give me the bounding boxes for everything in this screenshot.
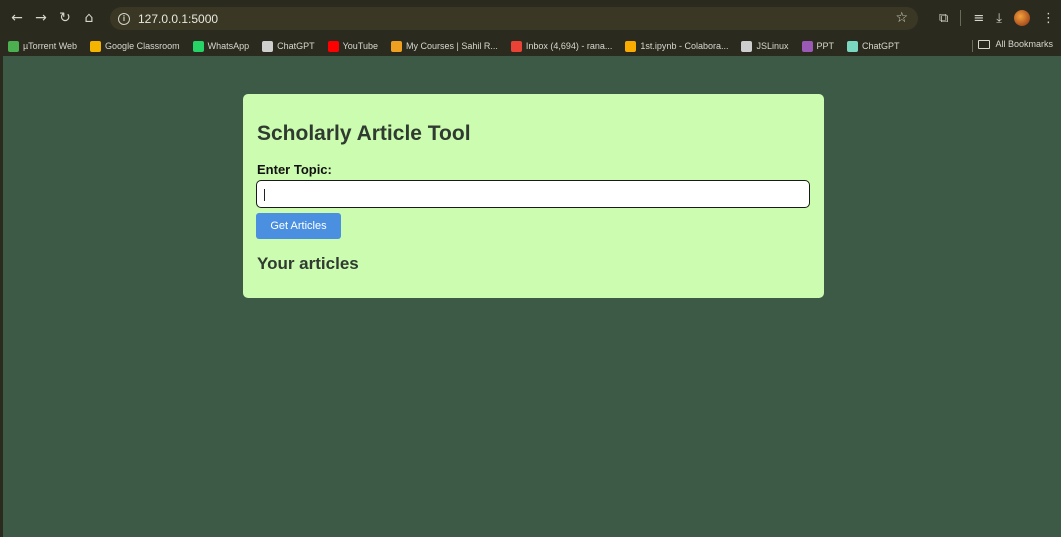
menu-icon[interactable]: ⋮ [1042,11,1055,26]
bookmark-item[interactable]: ChatGPT [262,40,315,52]
forward-icon[interactable]: → [30,7,52,29]
bookmark-favicon-icon [847,40,859,52]
back-icon[interactable]: ← [6,7,28,29]
bookmarks-divider [972,40,973,52]
all-bookmarks-button[interactable]: All Bookmarks [978,39,1053,49]
bookmark-favicon-icon [192,40,204,52]
address-bar[interactable]: i 127.0.0.1:5000 ☆ [110,7,918,30]
topic-input[interactable] [256,180,810,208]
bookmark-item[interactable]: My Courses | Sahil R... [391,40,498,52]
bookmark-favicon-icon [262,40,274,52]
home-icon[interactable]: ⌂ [78,7,100,29]
bookmark-favicon-icon [510,40,522,52]
bookmark-star-icon[interactable]: ☆ [895,10,908,26]
bookmark-item[interactable]: WhatsApp [192,40,249,52]
bookmark-favicon-icon [90,40,102,52]
bookmark-item[interactable]: Inbox (4,694) - rana... [510,40,612,52]
site-info-icon[interactable]: i [118,12,130,25]
profile-avatar[interactable] [1014,10,1030,26]
window-edge [0,56,3,537]
url-text: 127.0.0.1:5000 [138,11,219,26]
bookmark-item[interactable]: Google Classroom [90,40,180,52]
article-tool-card: Scholarly Article Tool Enter Topic: Get … [243,94,824,298]
text-cursor [264,189,265,201]
toolbar-actions: ⧉ ≡ ⤓ ⋮ [939,7,1055,29]
browser-toolbar: ← → ↻ ⌂ i 127.0.0.1:5000 ☆ ⧉ ≡ ⤓ ⋮ [0,0,1061,36]
bookmark-favicon-icon [741,40,753,52]
topic-label: Enter Topic: [257,162,332,177]
bookmark-item[interactable]: 1st.ipynb - Colabora... [625,40,728,52]
bookmark-item[interactable]: µTorrent Web [8,40,77,52]
bookmark-favicon-icon [625,40,637,52]
bookmark-favicon-icon [801,40,813,52]
page-title: Scholarly Article Tool [257,122,471,145]
bookmark-favicon-icon [8,40,19,52]
get-articles-button[interactable]: Get Articles [256,213,341,239]
bookmarks-bar: µTorrent Web Google Classroom WhatsApp C… [0,36,1061,56]
bookmark-favicon-icon [327,40,339,52]
extensions-icon[interactable]: ⧉ [939,11,948,26]
folder-icon [978,39,991,49]
media-controls-icon[interactable]: ≡ [973,11,984,26]
download-icon[interactable]: ⤓ [996,11,1002,26]
reload-icon[interactable]: ↻ [54,7,76,29]
results-heading: Your articles [257,254,359,273]
bookmark-item[interactable]: PPT [801,40,834,52]
bookmark-item[interactable]: ChatGPT [847,40,900,52]
bookmark-item[interactable]: YouTube [327,40,378,52]
bookmark-favicon-icon [391,40,402,52]
toolbar-divider [960,10,962,26]
bookmark-item[interactable]: JSLinux [741,40,789,52]
